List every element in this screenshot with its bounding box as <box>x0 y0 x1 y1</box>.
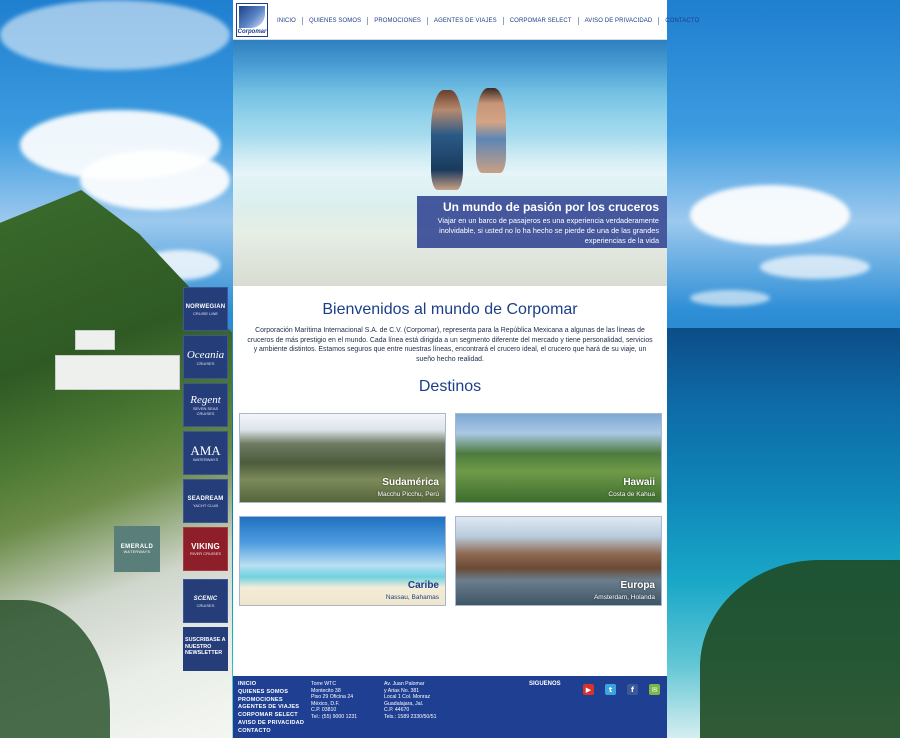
address-line: Local 1 Col. Monraz <box>384 694 431 701</box>
address-line: Guadalajara, Jal. <box>384 700 424 707</box>
destino-title: Europa <box>620 580 655 591</box>
nav-corpomar-select[interactable]: CORPOMAR SELECT <box>502 17 578 25</box>
footer-nav: INICIO QUIENES SOMOS PROMOCIONES AGENTES… <box>238 681 304 736</box>
brand-sub: WATERWAYS <box>192 456 219 462</box>
destino-title: Hawaii <box>623 477 655 488</box>
address-line: Piso 29 Oficina 24 <box>311 694 354 701</box>
nav-menu: INICIO QUIENES SOMOS PROMOCIONES AGENTES… <box>271 17 705 25</box>
facebook-icon[interactable]: f <box>627 684 638 695</box>
top-navigation: Corpomar INICIO QUIENES SOMOS PROMOCIONE… <box>233 0 699 40</box>
destino-card-europa[interactable]: Europa Amsterdam, Holanda <box>455 516 662 606</box>
welcome-text: Corporación Marítima Internacional S.A. … <box>247 327 653 363</box>
site-footer: INICIO QUIENES SOMOS PROMOCIONES AGENTES… <box>233 676 667 738</box>
beach-house <box>55 355 180 390</box>
footer-link-promociones[interactable]: PROMOCIONES <box>238 697 304 705</box>
sky-cloud <box>0 0 230 70</box>
brand-viking[interactable]: VIKING RIVER CRUISES <box>183 527 228 571</box>
brand-sub: CRUISE LINE <box>192 310 219 316</box>
brand-sub: WATERWAYS <box>123 550 151 554</box>
footer-link-aviso[interactable]: AVISO DE PRIVACIDAD <box>238 720 304 728</box>
nav-quienes-somos[interactable]: QUIENES SOMOS <box>301 17 367 25</box>
address-line: y Arias No. 381 <box>384 687 420 694</box>
hero-person-man <box>476 88 506 173</box>
brand-name: VIKING <box>191 541 220 551</box>
main-page: Corpomar INICIO QUIENES SOMOS PROMOCIONE… <box>233 0 699 738</box>
brand-ama[interactable]: AMA WATERWAYS <box>183 431 228 475</box>
nav-agentes-de-viajes[interactable]: AGENTES DE VIAJES <box>427 17 503 25</box>
sky-cloud <box>690 185 850 245</box>
logo-wave-icon <box>239 6 265 28</box>
follow-label: SIGUENOS <box>529 681 561 687</box>
brand-sub: SEVEN SEAS CRUISES <box>192 406 219 416</box>
brand-oceania[interactable]: Oceania CRUISES <box>183 335 228 379</box>
hero-caption-box: Un mundo de pasión por los cruceros Viaj… <box>417 196 667 248</box>
sky-cloud <box>760 255 870 279</box>
address-mexico: Torre WTC Montecito 38 Piso 29 Oficina 2… <box>311 681 357 721</box>
footer-link-corpomar-select[interactable]: CORPOMAR SELECT <box>238 712 304 720</box>
brand-name: SCENIC <box>193 595 218 602</box>
brand-sub: RIVER CRUISES <box>189 550 222 556</box>
brand-seadream[interactable]: SEADREAM YACHT CLUB <box>183 479 228 523</box>
footer-link-agentes[interactable]: AGENTES DE VIAJES <box>238 704 304 712</box>
destino-subtitle: Costa de Kahua <box>608 491 655 498</box>
brand-scenic[interactable]: SCENIC CRUISES <box>183 579 228 623</box>
brand-emerald[interactable]: EMERALD WATERWAYS <box>114 526 160 572</box>
nav-promociones[interactable]: PROMOCIONES <box>367 17 427 25</box>
hero-title: Un mundo de pasión por los cruceros <box>442 200 659 214</box>
destino-card-sudamerica[interactable]: Sudamérica Macchu Picchu, Perú <box>239 413 446 503</box>
nav-aviso-de-privacidad[interactable]: AVISO DE PRIVACIDAD <box>577 17 659 25</box>
brand-sub: CRUISES <box>196 602 215 608</box>
nav-inicio[interactable]: INICIO <box>271 17 302 25</box>
footer-link-contacto[interactable]: CONTACTO <box>238 728 304 736</box>
sky-cloud <box>690 290 770 306</box>
destino-card-caribe[interactable]: Caribe Nassau, Bahamas <box>239 516 446 606</box>
brand-sub: CRUISES <box>196 360 215 366</box>
twitter-icon[interactable]: t <box>605 684 616 695</box>
brand-name: NORWEGIAN <box>185 303 226 310</box>
destino-card-hawaii[interactable]: Hawaii Costa de Kahua <box>455 413 662 503</box>
youtube-icon[interactable]: ▶ <box>583 684 594 695</box>
logo-text: Corpomar <box>237 29 267 35</box>
brand-regent[interactable]: Regent SEVEN SEAS CRUISES <box>183 383 228 427</box>
nav-contacto[interactable]: CONTACTO <box>658 17 705 25</box>
destino-title: Caribe <box>407 580 439 591</box>
address-guadalajara: Av. Juan Palomar y Arias No. 381 Local 1… <box>384 681 437 721</box>
destino-title: Sudamérica <box>382 477 439 488</box>
brand-norwegian[interactable]: NORWEGIAN CRUISE LINE <box>183 287 228 331</box>
address-line: Tel.: (55) 9000 1231 <box>311 713 358 720</box>
address-line: C.P. 03810 <box>311 707 337 714</box>
brand-name: AMA <box>190 442 221 458</box>
brand-name: Regent <box>190 394 221 406</box>
brand-name: SEADREAM <box>187 495 224 502</box>
destino-subtitle: Amsterdam, Holanda <box>593 594 655 601</box>
destino-subtitle: Nassau, Bahamas <box>385 594 439 601</box>
address-line: C.P. 44670 <box>384 707 410 714</box>
footer-link-inicio[interactable]: INICIO <box>238 681 304 689</box>
hero-text: Viajar en un barco de pasajeros es una e… <box>437 216 659 245</box>
hero-banner: Un mundo de pasión por los cruceros Viaj… <box>233 40 667 286</box>
sky-cloud <box>80 150 230 210</box>
address-line: Tels.: 1589 2330/50/51 <box>384 713 437 720</box>
hero-person-woman <box>431 90 463 190</box>
address-line: Av. Juan Palomar <box>384 681 425 687</box>
address-line: Montecito 38 <box>311 687 341 694</box>
destinos-title: Destinos <box>418 378 482 395</box>
address-line: Torre WTC <box>311 681 337 687</box>
beach-house <box>75 330 115 350</box>
welcome-title: Bienvenidos al mundo de Corpomar <box>322 301 578 318</box>
brand-name: Oceania <box>186 348 225 361</box>
newsletter-button[interactable]: SUSCRIBASE A NUESTRO NEWSLETTER <box>183 627 228 671</box>
address-line: México, D.F. <box>311 700 340 707</box>
footer-link-quienes-somos[interactable]: QUIENES SOMOS <box>238 689 304 697</box>
corpomar-logo[interactable]: Corpomar <box>236 3 268 37</box>
destino-subtitle: Macchu Picchu, Perú <box>377 491 439 498</box>
email-icon[interactable]: ✉ <box>649 684 660 695</box>
brand-sub: YACHT CLUB <box>193 502 218 508</box>
